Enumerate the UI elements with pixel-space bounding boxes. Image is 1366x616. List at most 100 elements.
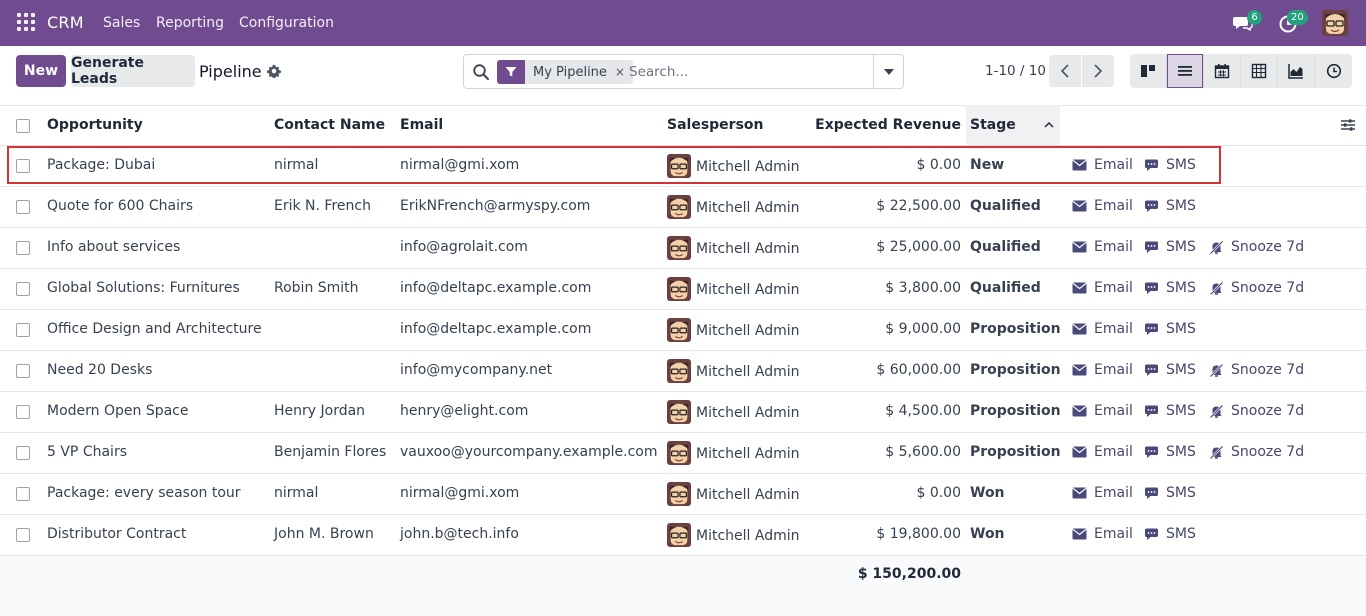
select-all-checkbox[interactable] — [16, 119, 30, 133]
list-view-button[interactable] — [1167, 54, 1204, 88]
top-navbar: CRM Sales Reporting Configuration 6 20 — [0, 0, 1366, 46]
row-checkbox[interactable] — [16, 282, 30, 296]
sms-button[interactable]: SMS — [1144, 403, 1196, 419]
sms-button[interactable]: SMS — [1144, 526, 1196, 542]
calendar-view-button[interactable] — [1204, 54, 1241, 88]
snooze-button-label: Snooze 7d — [1231, 280, 1305, 296]
email-button[interactable]: Email — [1072, 362, 1133, 378]
expected-revenue: $ 9,000.00 — [885, 321, 961, 337]
table-row[interactable]: Distributor Contract John M. Brown john.b@… — [0, 515, 1366, 556]
email-address: info@mycompany.net — [400, 362, 553, 378]
email-address: nirmal@gmi.xom — [400, 157, 520, 173]
table-row[interactable]: Office Design and Architecture info@delta… — [0, 310, 1366, 351]
row-checkbox[interactable] — [16, 487, 30, 501]
column-stage[interactable]: Stage — [970, 117, 1016, 133]
page-title: Pipeline — [199, 62, 262, 81]
salesperson-avatar — [667, 277, 691, 301]
email-button[interactable]: Email — [1072, 321, 1133, 337]
row-checkbox[interactable] — [16, 364, 30, 378]
table-row[interactable]: Info about services info@agrolait.com Mitc… — [0, 228, 1366, 269]
salesperson: Mitchell Admin — [667, 154, 800, 178]
email-button[interactable]: Email — [1072, 403, 1133, 419]
row-checkbox[interactable] — [16, 241, 30, 255]
email-button[interactable]: Email — [1072, 444, 1133, 460]
kanban-view-button[interactable] — [1130, 54, 1167, 88]
table-row[interactable]: Quote for 600 Chairs Erik N. French ErikNF… — [0, 187, 1366, 228]
table-row[interactable]: 5 VP Chairs Benjamin Flores vauxoo@yourcom… — [0, 433, 1366, 474]
sms-button[interactable]: SMS — [1144, 362, 1196, 378]
column-contact-name[interactable]: Contact Name — [274, 117, 385, 133]
search-input[interactable] — [629, 61, 869, 83]
snooze-button[interactable]: Snooze 7d — [1209, 239, 1304, 255]
snooze-bell-icon — [1209, 281, 1224, 295]
column-expected-revenue[interactable]: Expected Revenue — [815, 117, 961, 133]
sms-button[interactable]: SMS — [1144, 321, 1196, 337]
table-row[interactable]: Need 20 Desks info@mycompany.net Mitchell … — [0, 351, 1366, 392]
app-menu-icon[interactable] — [17, 13, 35, 31]
contact-name: Robin Smith — [274, 280, 359, 296]
row-checkbox[interactable] — [16, 405, 30, 419]
row-checkbox[interactable] — [16, 528, 30, 542]
snooze-button-label: Snooze 7d — [1231, 444, 1305, 460]
new-button[interactable]: New — [16, 55, 66, 87]
sms-button[interactable]: SMS — [1144, 485, 1196, 501]
salesperson-avatar — [667, 441, 691, 465]
activities-badge: 20 — [1287, 10, 1308, 25]
pager-previous-button[interactable] — [1049, 55, 1081, 87]
sms-button[interactable]: SMS — [1144, 157, 1196, 173]
email-button[interactable]: Email — [1072, 280, 1133, 296]
chevron-left-icon — [1061, 64, 1069, 78]
row-checkbox[interactable] — [16, 159, 30, 173]
generate-leads-button[interactable]: Generate Leads — [71, 55, 195, 87]
column-email[interactable]: Email — [400, 117, 443, 133]
row-checkbox[interactable] — [16, 323, 30, 337]
gear-icon[interactable] — [267, 64, 281, 78]
column-salesperson[interactable]: Salesperson — [667, 117, 764, 133]
table-row[interactable]: Modern Open Space Henry Jordan henry@eligh… — [0, 392, 1366, 433]
pager-value[interactable]: 1-10 / 10 — [985, 63, 1046, 79]
user-avatar[interactable] — [1322, 10, 1348, 36]
table-row[interactable]: Package: Dubai nirmal nirmal@gmi.xom Mitche… — [0, 146, 1366, 187]
menu-sales[interactable]: Sales — [103, 15, 140, 31]
pivot-view-button[interactable] — [1241, 54, 1278, 88]
salesperson-avatar — [667, 359, 691, 383]
activity-view-button[interactable] — [1315, 54, 1352, 88]
app-name[interactable]: CRM — [47, 13, 84, 32]
sms-button[interactable]: SMS — [1144, 280, 1196, 296]
row-checkbox[interactable] — [16, 446, 30, 460]
pager-next-button[interactable] — [1082, 55, 1114, 87]
sms-button-label: SMS — [1166, 198, 1196, 214]
email-button[interactable]: Email — [1072, 485, 1133, 501]
email-button[interactable]: Email — [1072, 157, 1133, 173]
contact-name: nirmal — [274, 157, 319, 173]
email-button[interactable]: Email — [1072, 198, 1133, 214]
snooze-button[interactable]: Snooze 7d — [1209, 444, 1304, 460]
email-button[interactable]: Email — [1072, 239, 1133, 255]
table-row[interactable]: Global Solutions: Furnitures Robin Smith i… — [0, 269, 1366, 310]
row-checkbox[interactable] — [16, 200, 30, 214]
sort-ascending-icon[interactable] — [1043, 119, 1055, 131]
snooze-bell-icon — [1209, 363, 1224, 377]
menu-reporting[interactable]: Reporting — [156, 15, 224, 31]
sms-chat-icon — [1145, 282, 1158, 294]
snooze-button[interactable]: Snooze 7d — [1209, 403, 1304, 419]
sms-button[interactable]: SMS — [1144, 239, 1196, 255]
menu-configuration[interactable]: Configuration — [239, 15, 334, 31]
search-options-toggle[interactable] — [873, 55, 903, 88]
opportunity-name: Distributor Contract — [47, 526, 187, 542]
envelope-icon — [1072, 323, 1087, 335]
envelope-icon — [1072, 159, 1087, 171]
search-facet: My Pipeline × — [497, 60, 633, 84]
graph-view-button[interactable] — [1278, 54, 1315, 88]
email-button[interactable]: Email — [1072, 526, 1133, 542]
salesperson-name: Mitchell Admin — [696, 282, 800, 298]
graph-icon — [1288, 64, 1303, 79]
optional-columns-icon[interactable] — [1340, 117, 1356, 133]
sms-button[interactable]: SMS — [1144, 444, 1196, 460]
column-opportunity[interactable]: Opportunity — [47, 117, 143, 133]
search-icon[interactable] — [472, 63, 490, 81]
snooze-button[interactable]: Snooze 7d — [1209, 280, 1304, 296]
sms-button[interactable]: SMS — [1144, 198, 1196, 214]
table-row[interactable]: Package: every season tour nirmal nirmal@g… — [0, 474, 1366, 515]
snooze-button[interactable]: Snooze 7d — [1209, 362, 1304, 378]
